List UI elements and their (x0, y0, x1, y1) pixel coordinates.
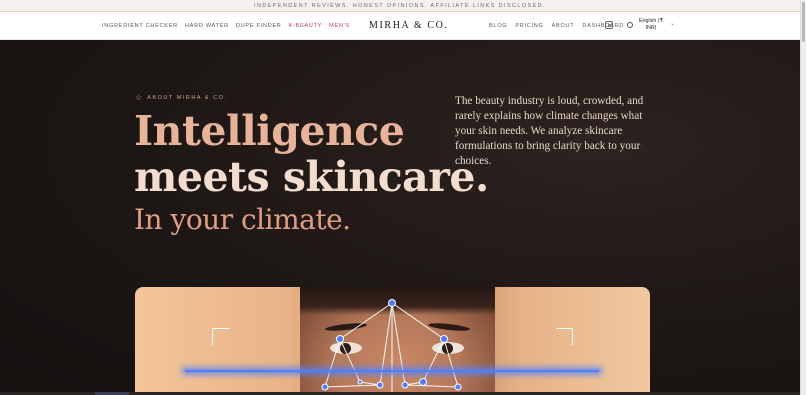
nav-link-dashboard[interactable]: Dashboard (582, 23, 624, 29)
scrollbar-thumb[interactable] (802, 2, 805, 42)
mesh-node (388, 299, 396, 307)
mesh-node (454, 383, 462, 391)
hero-image-card (135, 287, 650, 395)
page-scrollbar[interactable] (800, 0, 806, 395)
nav-link-mens[interactable]: Men's (329, 23, 350, 29)
nav-link-blog[interactable]: Blog (489, 23, 507, 29)
face-mesh-overlay (321, 299, 462, 395)
announcement-text: Independent reviews. Honest opinions. Af… (254, 2, 546, 9)
mesh-node (440, 335, 448, 343)
language-selector[interactable]: English (₹ INR) (637, 18, 665, 32)
headline-line-3: In your climate. (134, 203, 351, 236)
mesh-node (401, 381, 409, 389)
announcement-bar: Independent reviews. Honest opinions. Af… (0, 0, 800, 12)
chevron-down-icon[interactable]: ⌄ (670, 20, 675, 27)
mesh-node (376, 381, 384, 389)
mesh-node (419, 378, 427, 386)
nav-link-k-beauty[interactable]: K-Beauty (289, 23, 323, 29)
nav-link-pricing[interactable]: Pricing (515, 23, 543, 29)
nav-link-ingredient-checker[interactable]: Ingredient Checker (102, 23, 178, 29)
mesh-node (336, 335, 344, 343)
nav-link-about[interactable]: About (552, 23, 575, 29)
hero-description: The beauty industry is loud, crowded, an… (455, 95, 644, 167)
hero-eyebrow: ☆ About Mirha & Co. (135, 94, 228, 102)
hero-headline: Intelligence meets skincare. In your cli… (134, 108, 489, 238)
nav-left-links: Ingredient Checker Hard Water Dupe Finde… (102, 12, 350, 39)
instagram-icon[interactable] (605, 21, 613, 29)
mesh-node (357, 379, 363, 385)
mesh-node (321, 383, 329, 391)
globe-icon (627, 22, 633, 28)
headline-line-1: Intelligence (134, 107, 405, 155)
nav-link-dupe-finder[interactable]: Dupe Finder (236, 23, 282, 29)
main-navigation: Ingredient Checker Hard Water Dupe Finde… (0, 12, 800, 40)
star-icon: ☆ (135, 93, 143, 102)
nav-link-hard-water[interactable]: Hard Water (185, 23, 229, 29)
eyebrow-text: About Mirha & Co. (147, 95, 228, 101)
scan-line (185, 370, 599, 372)
nav-right-links: Blog Pricing About Dashboard (489, 12, 624, 39)
brand-logo[interactable]: MIRHA & CO. (369, 12, 449, 39)
nav-divider (619, 20, 620, 31)
headline-line-2: meets skincare. (134, 153, 489, 201)
